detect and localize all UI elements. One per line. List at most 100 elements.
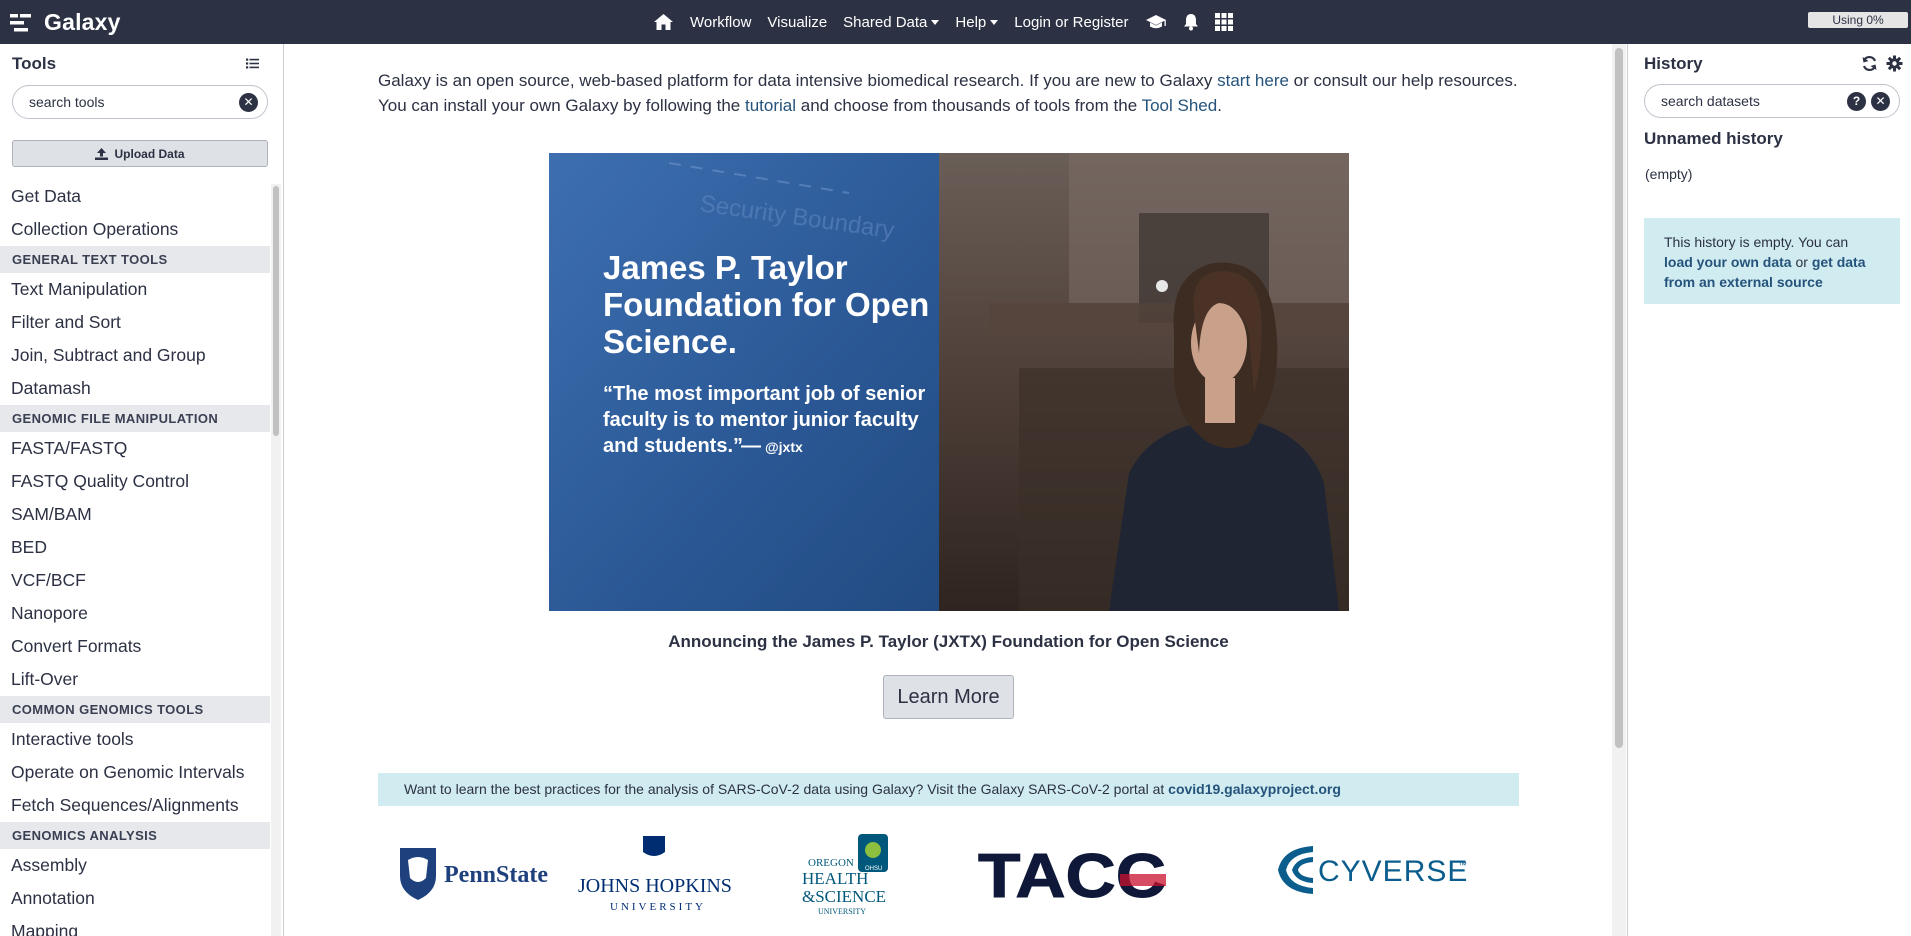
empty-history-text: This history is empty. You can — [1664, 234, 1849, 250]
nav-help-label: Help — [955, 13, 987, 31]
quota-meter[interactable]: Using 0% — [1808, 12, 1908, 28]
jhu-text: JOHNS HOPKINS — [578, 875, 732, 897]
jxtx-banner-image[interactable]: Security Boundary James P. Taylor Founda… — [549, 153, 1349, 611]
tool-list: Get Data Collection Operations GENERAL T… — [0, 180, 270, 936]
tool-section[interactable]: Interactive tools — [0, 723, 270, 756]
ohsu-text: UNIVERSITY — [818, 907, 866, 916]
upload-data-button[interactable]: Upload Data — [12, 140, 268, 167]
upload-icon — [95, 147, 109, 160]
cyverse-logo[interactable]: CYVERSE ™ — [1278, 846, 1468, 894]
brand-logo[interactable]: Galaxy — [10, 9, 121, 36]
learn-more-button[interactable]: Learn More — [883, 675, 1014, 719]
tacc-logo[interactable]: TACC — [978, 842, 1167, 912]
home-icon[interactable] — [653, 13, 674, 31]
partner-logos: PennState JOHNS HOPKINS UNIVERSITY OHSU … — [378, 826, 1519, 936]
tool-search: ✕ — [12, 85, 268, 119]
tool-section[interactable]: SAM/BAM — [0, 498, 270, 531]
tool-section[interactable]: Assembly — [0, 849, 270, 882]
history-size: (empty) — [1645, 166, 1693, 182]
brand-name: Galaxy — [44, 9, 121, 35]
clear-search-icon[interactable]: ✕ — [239, 93, 258, 112]
refresh-icon[interactable] — [1861, 55, 1878, 72]
clear-search-icon[interactable]: ✕ — [1871, 92, 1890, 111]
masthead: Galaxy Workflow Visualize Shared Data He… — [0, 0, 1911, 44]
tool-section[interactable]: Text Manipulation — [0, 273, 270, 306]
intro-brand: Galaxy — [378, 71, 431, 90]
tool-section[interactable]: BED — [0, 531, 270, 564]
tool-section[interactable]: Operate on Genomic Intervals — [0, 756, 270, 789]
center-panel: Galaxy is an open source, web-based plat… — [285, 44, 1626, 936]
tool-section[interactable]: FASTA/FASTQ — [0, 432, 270, 465]
banner-quote-handle: @jxtx — [765, 439, 803, 455]
history-panel: History ? ✕ Unnamed history (em — [1627, 44, 1911, 936]
empty-history-message: This history is empty. You can load your… — [1644, 218, 1900, 304]
tool-section[interactable]: Mapping — [0, 915, 270, 936]
covid-portal-link[interactable]: covid19.galaxyproject.org — [1168, 781, 1341, 797]
upload-data-label: Upload Data — [114, 146, 185, 161]
tool-section[interactable]: Lift-Over — [0, 663, 270, 696]
pennstate-text: PennState — [444, 862, 548, 888]
tool-section-label: GENERAL TEXT TOOLS — [0, 246, 270, 273]
empty-history-text: or — [1791, 254, 1812, 270]
apps-grid-icon[interactable] — [1214, 13, 1233, 31]
tool-section[interactable]: Filter and Sort — [0, 306, 270, 339]
gear-icon[interactable] — [1886, 55, 1903, 72]
tool-panel-title: Tools — [12, 54, 57, 73]
intro-text: . — [1217, 96, 1222, 115]
tool-shed-link[interactable]: Tool Shed — [1142, 96, 1218, 115]
tool-panel-scrollbar[interactable] — [271, 184, 281, 936]
tool-section[interactable]: Nanopore — [0, 597, 270, 630]
ohsu-logo[interactable]: OHSU OREGON HEALTH &SCIENCE UNIVERSITY — [802, 834, 888, 916]
tool-section[interactable]: Get Data — [0, 180, 270, 213]
tool-section-label: COMMON GENOMICS TOOLS — [0, 696, 270, 723]
nav-workflow[interactable]: Workflow — [690, 14, 751, 31]
banner-title-line: James P. Taylor — [603, 249, 848, 286]
intro-text: and choose from thousands of tools from … — [796, 96, 1142, 115]
tool-section[interactable]: Join, Subtract and Group — [0, 339, 270, 372]
nav-shared-data-label: Shared Data — [843, 13, 928, 31]
johns-hopkins-logo[interactable]: JOHNS HOPKINS UNIVERSITY — [578, 836, 732, 913]
start-here-link[interactable]: start here — [1217, 71, 1289, 90]
center-scrollbar[interactable] — [1612, 44, 1626, 936]
history-search-input[interactable] — [1661, 93, 1841, 109]
cyverse-trademark: ™ — [1458, 860, 1467, 870]
tool-section[interactable]: Annotation — [0, 882, 270, 915]
tool-section[interactable]: VCF/BCF — [0, 564, 270, 597]
history-name[interactable]: Unnamed history — [1644, 129, 1783, 149]
list-view-icon[interactable] — [246, 58, 259, 69]
banner-title-line: Science. — [603, 323, 737, 360]
tool-panel: Tools ✕ Upload Data Get Data Collection … — [0, 44, 284, 936]
graduation-cap-icon[interactable] — [1145, 14, 1167, 30]
banner-title-line: Foundation for Open — [603, 286, 929, 323]
covid-notice: Want to learn the best practices for the… — [378, 773, 1519, 806]
tool-search-input[interactable] — [29, 94, 229, 110]
nav-help[interactable]: Help — [955, 13, 999, 31]
banner-caption: Announcing the James P. Taylor (JXTX) Fo… — [668, 632, 1229, 651]
banner-quote-dash: — — [741, 435, 761, 457]
help-icon[interactable]: ? — [1847, 92, 1866, 111]
ohsu-text: OREGON — [808, 857, 854, 869]
notice-text: Want to learn the best practices for the… — [404, 781, 1169, 797]
nav-shared-data[interactable]: Shared Data — [843, 13, 940, 31]
bell-icon[interactable] — [1183, 13, 1199, 31]
chevron-down-icon — [990, 19, 999, 25]
tool-section[interactable]: FASTQ Quality Control — [0, 465, 270, 498]
nav-visualize[interactable]: Visualize — [767, 14, 827, 31]
ohsu-text: HEALTH — [802, 869, 868, 888]
banner-quote-line: and students.” — [603, 435, 743, 457]
welcome-intro: Galaxy is an open source, web-based plat… — [378, 68, 1528, 118]
scrollbar-thumb[interactable] — [273, 186, 279, 436]
tool-section[interactable]: Datamash — [0, 372, 270, 405]
tool-section-label: GENOMIC FILE MANIPULATION — [0, 405, 270, 432]
main-nav: Workflow Visualize Shared Data Help Logi… — [653, 0, 1249, 44]
chevron-down-icon — [931, 19, 940, 25]
nav-login[interactable]: Login or Register — [1014, 14, 1128, 31]
tool-section[interactable]: Collection Operations — [0, 213, 270, 246]
scrollbar-thumb[interactable] — [1615, 48, 1623, 748]
tutorial-link[interactable]: tutorial — [745, 96, 796, 115]
intro-text: is an open source, web-based platform fo… — [430, 71, 1218, 90]
tool-section[interactable]: Fetch Sequences/Alignments — [0, 789, 270, 822]
tool-section[interactable]: Convert Formats — [0, 630, 270, 663]
pennstate-logo[interactable]: PennState — [400, 848, 548, 900]
load-data-link[interactable]: load your own data — [1664, 254, 1792, 270]
